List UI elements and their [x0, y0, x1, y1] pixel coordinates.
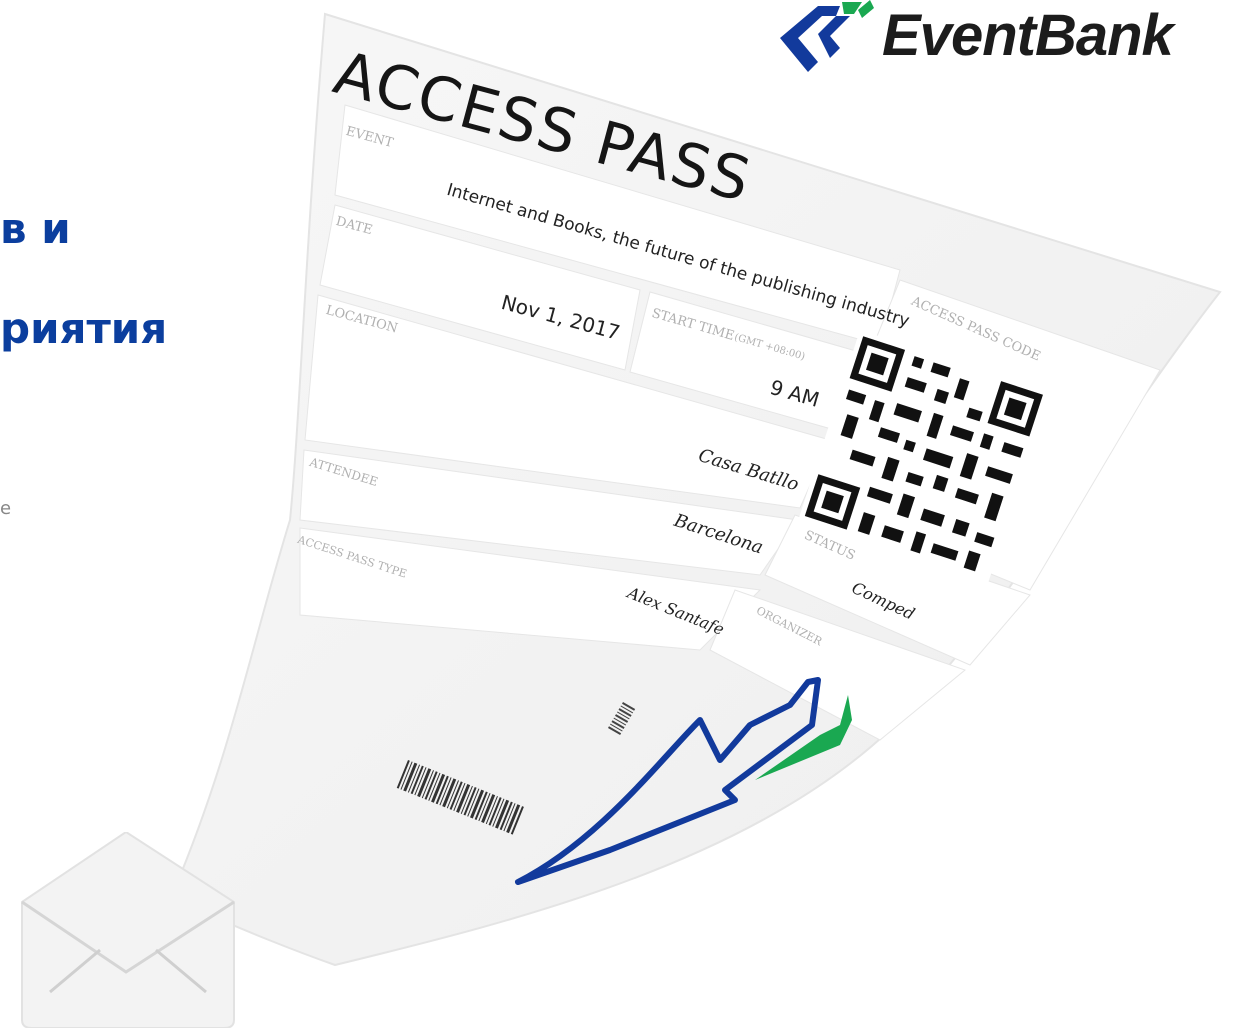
eventbank-logo-icon — [780, 0, 874, 72]
eventbank-logo-text: EventBank — [882, 3, 1174, 68]
eventbank-logo[interactable]: EventBank — [778, 0, 1218, 80]
envelope-icon — [20, 830, 238, 1029]
